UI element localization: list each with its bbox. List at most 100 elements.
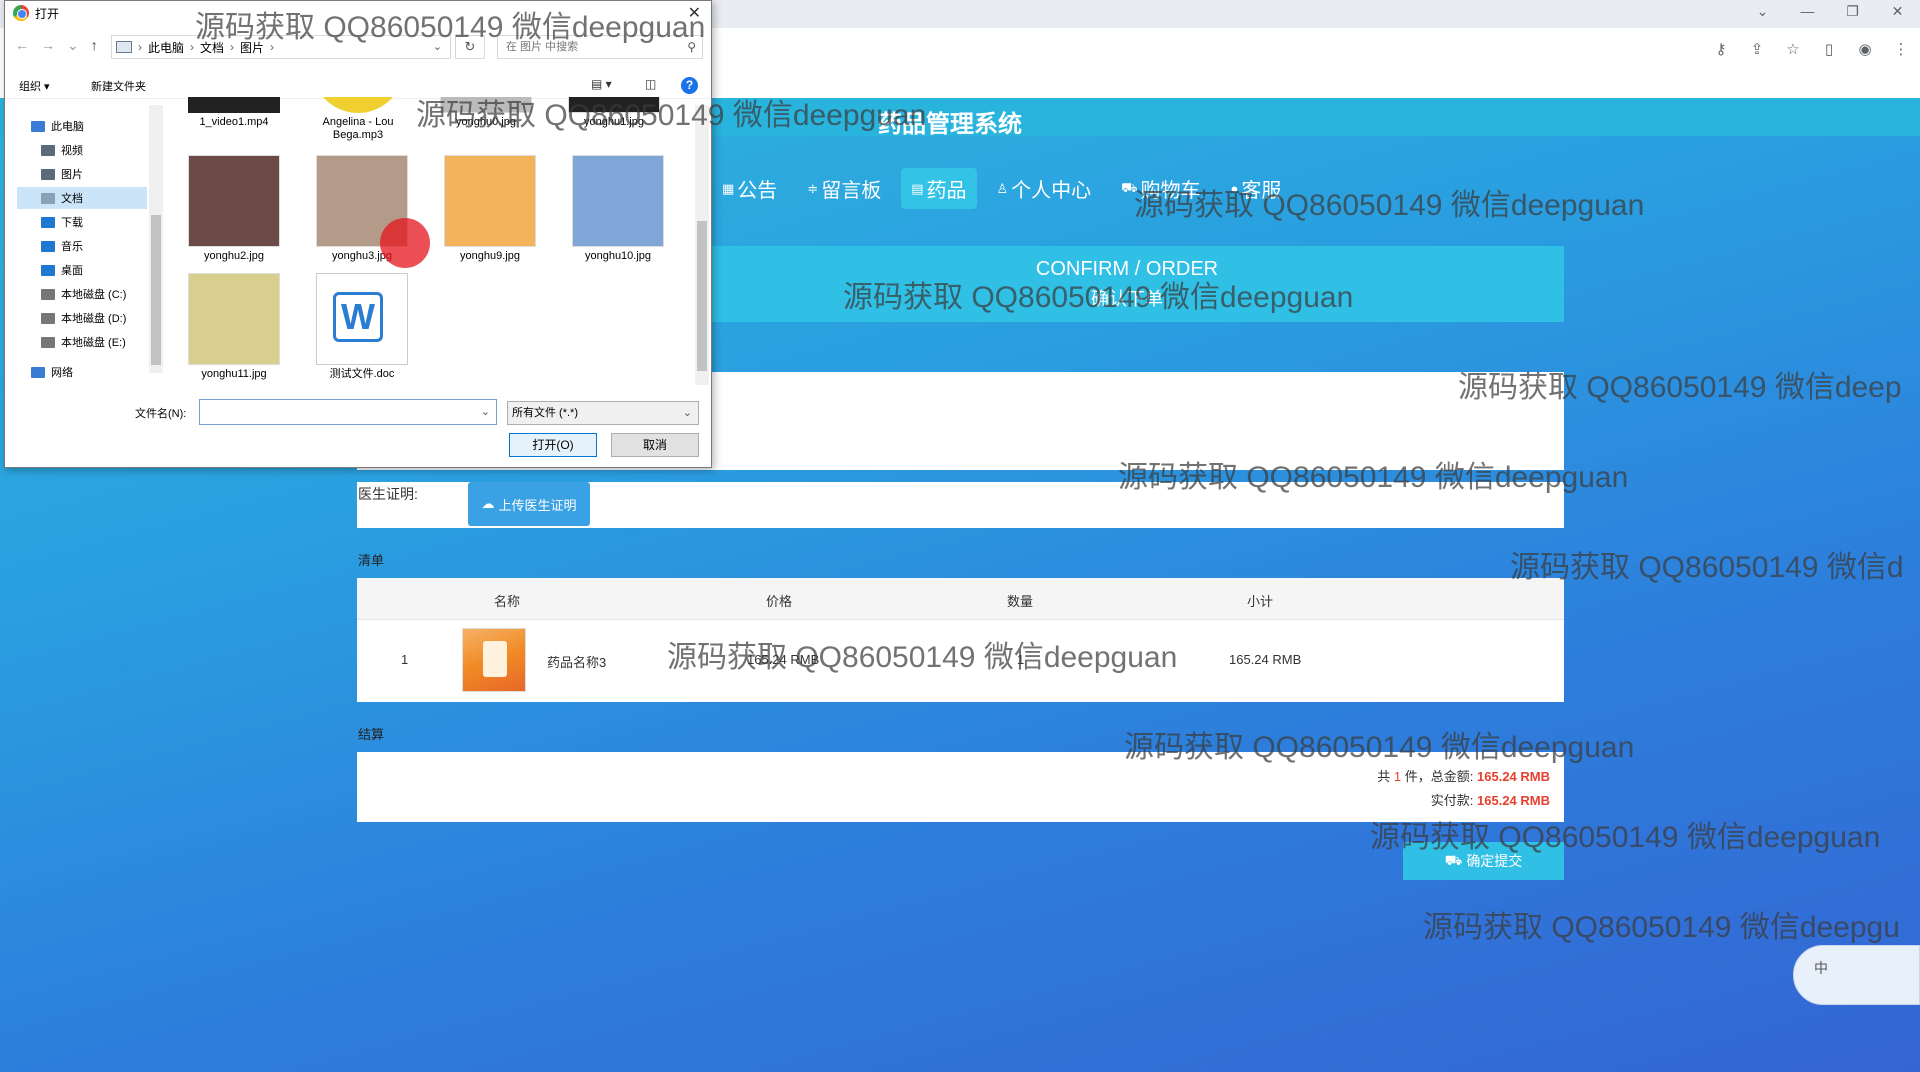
product-subtotal: 165.24 RMB bbox=[1229, 652, 1302, 667]
drive-icon bbox=[41, 288, 55, 300]
open-button[interactable]: 打开(O) bbox=[509, 433, 597, 457]
submit-order-button[interactable]: ⛟ 确定提交 bbox=[1403, 842, 1564, 880]
nav-label: 药品 bbox=[926, 180, 967, 202]
ime-widget[interactable]: 中 bbox=[1793, 945, 1920, 1005]
share-icon[interactable]: ⇪ bbox=[1746, 38, 1768, 60]
nav-customer-service[interactable]: ● 客服 bbox=[1221, 168, 1292, 209]
nav-personal-center[interactable]: ♙ 个人中心 bbox=[987, 168, 1102, 209]
image-thumbnail bbox=[568, 97, 660, 113]
new-folder-button[interactable]: 新建文件夹 bbox=[91, 78, 146, 94]
dialog-title: 打开 bbox=[35, 6, 60, 21]
cart-table: 名称 价格 数量 小计 1 药品名称3 165.24 RMB 1 165.24 … bbox=[357, 578, 1564, 702]
file-name: 1_video1.mp4 bbox=[199, 116, 269, 128]
sidebar-item-label: 图片 bbox=[61, 169, 83, 181]
file-item[interactable]: W 测试文件.doc bbox=[307, 273, 417, 381]
view-options-icon[interactable]: ▤ ▾ bbox=[591, 77, 612, 91]
menu-icon[interactable]: ⋮ bbox=[1890, 38, 1912, 60]
file-item[interactable]: yonghu2.jpg bbox=[179, 155, 289, 263]
breadcrumb-item[interactable]: 此电脑 bbox=[148, 39, 184, 56]
sidebar-item-network[interactable]: 网络 bbox=[17, 361, 147, 383]
sidebar-item-label: 音乐 bbox=[61, 241, 83, 253]
ime-mode-label: 中 bbox=[1814, 960, 1828, 976]
refresh-icon[interactable]: ↻ bbox=[455, 35, 485, 59]
navigation-scrollbar[interactable] bbox=[149, 105, 163, 373]
restore-button[interactable]: ❐ bbox=[1830, 0, 1875, 24]
sidebar-item-drive-e[interactable]: 本地磁盘 (E:) bbox=[17, 331, 147, 353]
video-folder-icon bbox=[41, 144, 55, 156]
sidebar-item-label: 网络 bbox=[51, 367, 73, 379]
sidebar-item-pictures[interactable]: 图片 bbox=[17, 163, 147, 185]
audio-thumbnail bbox=[312, 97, 404, 113]
nav-message-board[interactable]: ≑ 留言板 bbox=[797, 168, 891, 209]
close-icon[interactable]: ✕ bbox=[688, 3, 701, 23]
cart-icon: ⛟ bbox=[1444, 851, 1463, 868]
file-item[interactable]: yonghu9.jpg bbox=[435, 155, 545, 263]
image-thumbnail bbox=[572, 155, 664, 247]
nav-label: 个人中心 bbox=[1011, 180, 1092, 202]
sidebar-item-this-pc[interactable]: 此电脑 bbox=[17, 115, 147, 137]
file-item[interactable]: yonghu11.jpg bbox=[179, 273, 289, 381]
chevron-down-icon[interactable]: ⌄ bbox=[481, 405, 490, 418]
chevron-down-icon[interactable]: ⌄ bbox=[433, 40, 442, 53]
sidebar-item-downloads[interactable]: 下载 bbox=[17, 211, 147, 233]
scrollbar-thumb[interactable] bbox=[151, 215, 161, 365]
nav-label: 留言板 bbox=[821, 180, 882, 202]
preview-pane-icon[interactable]: ◫ bbox=[645, 77, 656, 91]
search-input[interactable]: 在 图片 中搜索 ⚲ bbox=[497, 35, 703, 59]
product-name: 药品名称3 bbox=[547, 655, 607, 670]
profile-icon[interactable]: ◉ bbox=[1854, 38, 1876, 60]
sidebar-icon[interactable]: ▯ bbox=[1818, 38, 1840, 60]
key-icon[interactable]: ⚷ bbox=[1710, 38, 1732, 60]
word-document-icon: W bbox=[316, 273, 408, 365]
file-item[interactable]: Angelina - Lou Bega.mp3 bbox=[303, 97, 413, 142]
breadcrumb-item[interactable]: 文档 bbox=[200, 39, 224, 56]
file-name: 测试文件.doc bbox=[329, 368, 395, 380]
sidebar-item-drive-c[interactable]: 本地磁盘 (C:) bbox=[17, 283, 147, 305]
file-item[interactable]: 1_video1.mp4 bbox=[179, 97, 289, 129]
file-item[interactable]: yonghu10.jpg bbox=[563, 155, 673, 263]
network-icon bbox=[31, 366, 45, 378]
total-amount: 165.24 RMB bbox=[1477, 769, 1550, 784]
forward-arrow-icon[interactable]: → bbox=[41, 37, 55, 54]
download-icon bbox=[41, 216, 55, 228]
sidebar-item-label: 文档 bbox=[61, 193, 83, 205]
file-item[interactable]: yonghu0.jpg bbox=[431, 97, 541, 129]
nav-announcements[interactable]: ▦ 公告 bbox=[712, 168, 787, 209]
cancel-button[interactable]: 取消 bbox=[611, 433, 699, 457]
browser-toolbar-icons: ⚷ ⇪ ☆ ▯ ◉ ⋮ bbox=[1710, 38, 1912, 60]
sidebar-item-documents[interactable]: 文档 bbox=[17, 187, 147, 209]
upload-doctor-proof-button[interactable]: ☁ 上传医生证明 bbox=[468, 482, 590, 526]
cloud-upload-icon: ☁ bbox=[481, 496, 495, 511]
filename-input[interactable]: ⌄ bbox=[199, 399, 497, 425]
nav-medicine[interactable]: ▤ 药品 bbox=[901, 168, 977, 209]
sidebar-item-desktop[interactable]: 桌面 bbox=[17, 259, 147, 281]
scrollbar-thumb[interactable] bbox=[697, 221, 707, 371]
sidebar-item-music[interactable]: 音乐 bbox=[17, 235, 147, 257]
sidebar-item-videos[interactable]: 视频 bbox=[17, 139, 147, 161]
help-icon[interactable]: ? bbox=[681, 77, 698, 94]
breadcrumb[interactable]: › 此电脑 › 文档 › 图片 › ⌄ bbox=[111, 35, 451, 59]
close-window-button[interactable]: ✕ bbox=[1875, 0, 1920, 24]
submit-label: 确定提交 bbox=[1466, 853, 1523, 869]
navigation-pane: 此电脑 视频 图片 文档 下载 音乐 桌面 本地磁盘 (C:) 本地磁盘 (D:… bbox=[17, 105, 147, 379]
medicine-icon: ▤ bbox=[911, 180, 924, 196]
file-name: yonghu0.jpg bbox=[456, 116, 516, 128]
checkout-panel: 共 1 件，总金额: 165.24 RMB 实付款: 165.24 RMB bbox=[357, 752, 1564, 822]
nav-label: 购物车 bbox=[1140, 180, 1201, 202]
column-quantity: 数量 bbox=[1007, 594, 1034, 609]
sidebar-item-drive-d[interactable]: 本地磁盘 (D:) bbox=[17, 307, 147, 329]
minimize-button[interactable]: — bbox=[1785, 0, 1830, 24]
organize-button[interactable]: 组织 ▾ bbox=[19, 78, 50, 94]
product-image[interactable] bbox=[462, 628, 526, 692]
filetype-select[interactable]: 所有文件 (*.*) ⌄ bbox=[507, 401, 699, 425]
file-grid-scrollbar[interactable] bbox=[695, 105, 709, 385]
breadcrumb-item[interactable]: 图片 bbox=[240, 39, 264, 56]
nav-cart[interactable]: ⛟ 购物车 bbox=[1111, 168, 1210, 209]
recent-dropdown-icon[interactable]: ⌄ bbox=[67, 37, 79, 54]
file-item[interactable]: yonghu1.jpg bbox=[559, 97, 669, 129]
star-icon[interactable]: ☆ bbox=[1782, 38, 1804, 60]
back-arrow-icon[interactable]: ← bbox=[15, 37, 29, 54]
up-arrow-icon[interactable]: ↑ bbox=[91, 37, 98, 54]
computer-icon bbox=[31, 120, 45, 132]
tab-search-icon[interactable]: ⌄ bbox=[1740, 0, 1785, 24]
